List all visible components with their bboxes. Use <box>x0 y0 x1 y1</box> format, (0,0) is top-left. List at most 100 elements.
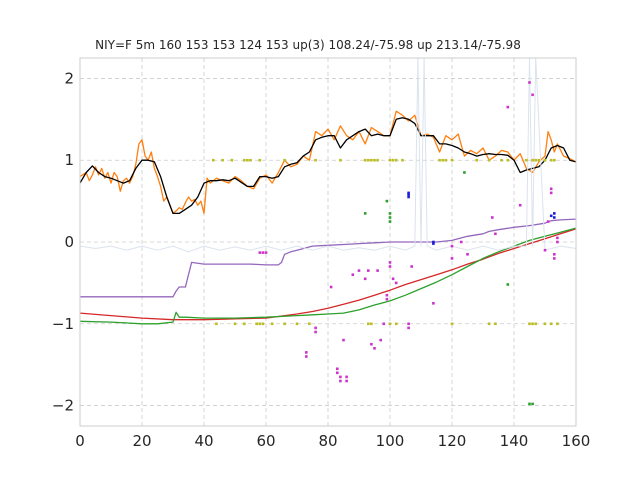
x-tick-label: 20 <box>132 432 151 450</box>
series-10-point <box>553 216 556 219</box>
series-6-point <box>394 158 398 162</box>
x-axis-ticks: 0 20 40 60 80 100 120 140 160 <box>75 432 590 450</box>
series-6-point <box>339 158 342 162</box>
series-8-point <box>388 265 392 268</box>
series-6-point <box>221 158 224 162</box>
series-6-point <box>441 158 444 162</box>
series-10-point <box>432 242 435 245</box>
series-7-point <box>283 322 286 326</box>
series-6-point <box>444 158 448 162</box>
series-6-point <box>534 158 537 162</box>
series-8-point <box>264 251 268 254</box>
series-8-point <box>382 322 386 326</box>
series-7-point <box>394 322 398 326</box>
series-6-point <box>230 158 234 162</box>
series-7-point <box>367 322 370 326</box>
series-8-point <box>450 257 454 260</box>
series-6-point <box>314 158 317 162</box>
series-8-point <box>394 281 398 285</box>
series-7-point <box>258 322 262 326</box>
series-8-point <box>363 277 367 281</box>
series-8-point <box>491 216 494 219</box>
y-tick-label: −2 <box>52 397 74 415</box>
series-6-point <box>549 158 553 162</box>
series-6-point <box>376 158 379 162</box>
series-8-point <box>336 367 339 371</box>
series-7-point <box>528 322 531 326</box>
series-7-point <box>487 322 491 326</box>
y-tick-label: 1 <box>64 151 74 169</box>
x-tick-label: 120 <box>438 432 467 450</box>
series-9-point <box>385 199 389 203</box>
series-8-point <box>351 273 355 276</box>
x-tick-label: 40 <box>194 432 213 450</box>
series-8-point <box>407 326 410 330</box>
chart-title: NIY=F 5m 160 153 153 124 153 up(3) 108.2… <box>95 38 521 52</box>
series-8-point <box>357 269 361 272</box>
series-8-point <box>528 81 531 84</box>
series-6-point <box>243 158 246 162</box>
series-7-point <box>295 322 299 326</box>
series-7-point <box>308 322 311 326</box>
series-6-point <box>391 158 395 162</box>
x-tick-label: 0 <box>75 432 85 450</box>
series-6-point <box>401 158 404 162</box>
series-10-point <box>549 214 553 218</box>
series-6-point <box>212 158 215 162</box>
series-8-point <box>367 269 370 272</box>
series-8-point <box>432 302 435 305</box>
series-7-point <box>531 322 534 326</box>
x-tick-label: 160 <box>562 432 591 450</box>
series-9-point <box>506 283 510 286</box>
series-7-point <box>255 322 258 326</box>
series-6-point <box>388 158 392 162</box>
series-9-point <box>388 216 392 219</box>
series-7-point <box>549 322 553 326</box>
series-8-point <box>466 253 469 256</box>
series-8-point <box>258 251 262 254</box>
series-8-point <box>388 261 392 264</box>
series-9-point <box>531 402 534 406</box>
series-8-point <box>450 244 454 248</box>
series-8-point <box>305 355 308 358</box>
series-6-point <box>450 158 454 162</box>
series-8-point <box>305 351 308 354</box>
series-8-point <box>391 277 395 281</box>
series-6-point <box>258 158 262 162</box>
x-tick-label: 100 <box>376 432 405 450</box>
series-6-point <box>500 158 503 162</box>
series-7-point <box>370 322 373 326</box>
series-7-point <box>243 322 246 326</box>
series-9-point <box>388 220 392 223</box>
series-8-point <box>556 240 559 244</box>
series-9-point <box>463 171 466 174</box>
series-6-point <box>370 158 373 162</box>
series-8-point <box>506 105 510 109</box>
series-7-point <box>556 322 559 326</box>
chart-root: NIY=F 5m 160 153 153 124 153 up(3) 108.2… <box>0 0 640 480</box>
series-8-point <box>549 191 553 195</box>
x-tick-label: 60 <box>256 432 275 450</box>
series-8-point <box>314 326 317 330</box>
y-axis-ticks: −2 −1 0 1 2 <box>52 69 74 414</box>
series-10-point <box>553 212 556 215</box>
series-10-point <box>407 191 410 195</box>
series-7-point <box>534 322 537 326</box>
series-6-point <box>283 158 286 162</box>
series-7-point <box>494 322 497 326</box>
series-6-point <box>363 158 367 162</box>
series-8-point <box>546 220 550 223</box>
series-8-point <box>385 293 389 297</box>
series-7-point <box>270 322 274 326</box>
series-6-point <box>537 158 541 162</box>
series-8-point <box>370 342 373 346</box>
series-8-point <box>345 375 348 379</box>
y-tick-label: 2 <box>64 69 74 87</box>
series-9-point <box>528 402 531 406</box>
series-6-point <box>487 158 491 162</box>
series-6-point <box>506 158 510 162</box>
series-9-point <box>363 212 367 215</box>
series-7-point <box>543 322 547 326</box>
series-8-point <box>339 379 342 383</box>
series-8-point <box>553 253 556 256</box>
